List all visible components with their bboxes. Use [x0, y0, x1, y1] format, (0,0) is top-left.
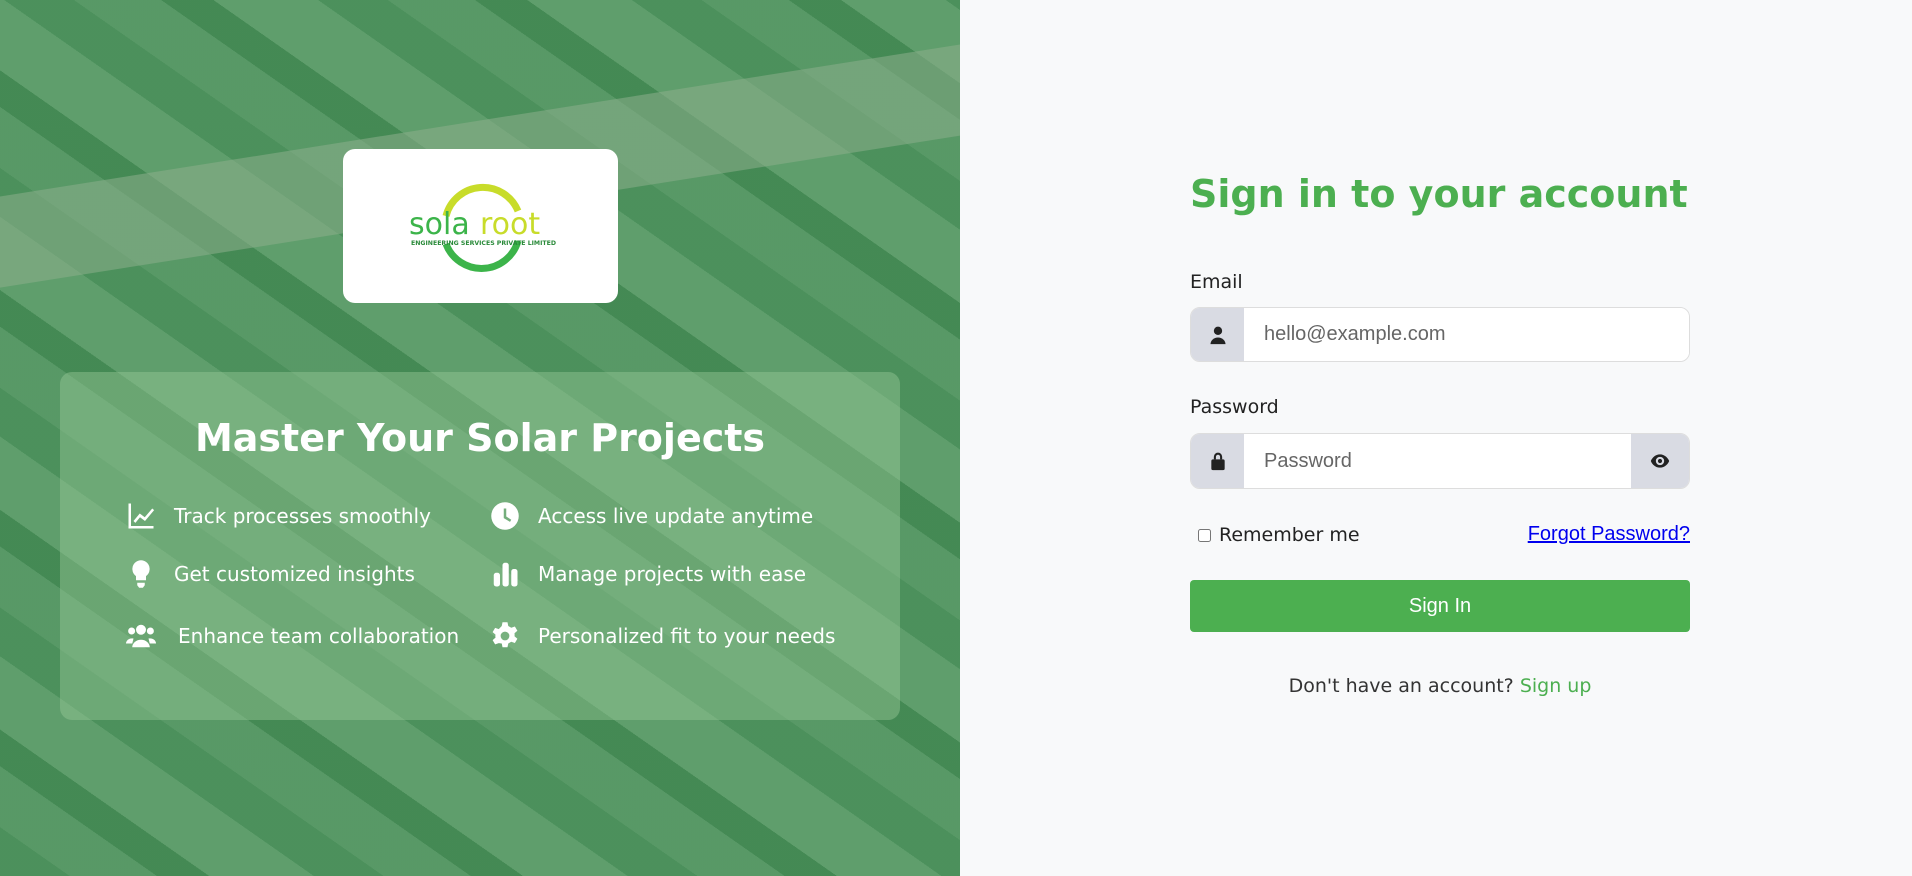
svg-text:sola: sola: [409, 207, 470, 242]
feature-item: Personalized fit to your needs: [490, 621, 835, 651]
signup-prompt: Don't have an account? Sign up: [1190, 675, 1690, 697]
remember-me[interactable]: Remember me: [1198, 524, 1360, 546]
password-group: [1190, 433, 1690, 489]
gear-icon: [492, 622, 518, 648]
bar-chart-icon: [493, 562, 518, 587]
feature-label: Get customized insights: [174, 562, 415, 586]
page-title: Sign in to your account: [1190, 172, 1688, 216]
email-group: [1190, 307, 1690, 362]
no-account-text: Don't have an account?: [1288, 675, 1514, 697]
clock-icon: [491, 502, 519, 530]
password-input[interactable]: [1244, 434, 1631, 488]
feature-item: Get customized insights: [126, 559, 415, 589]
hero-panel: sola root ENGINEERING SERVICES PRIVATE L…: [0, 0, 960, 876]
logo-card: sola root ENGINEERING SERVICES PRIVATE L…: [343, 149, 618, 303]
lock-icon: [1191, 434, 1244, 488]
user-icon: [1191, 308, 1244, 361]
svg-text:root: root: [480, 207, 540, 242]
sign-up-link[interactable]: Sign up: [1520, 675, 1592, 697]
svg-text:ENGINEERING SERVICES PRIVATE L: ENGINEERING SERVICES PRIVATE LIMITED: [411, 240, 556, 247]
email-input[interactable]: [1244, 308, 1689, 361]
feature-label: Personalized fit to your needs: [538, 624, 836, 648]
email-label: Email: [1190, 271, 1243, 293]
lightbulb-icon: [132, 560, 150, 588]
feature-label: Enhance team collaboration: [178, 624, 460, 648]
feature-label: Track processes smoothly: [174, 504, 431, 528]
feature-item: Track processes smoothly: [126, 501, 431, 531]
eye-icon[interactable]: [1631, 434, 1689, 488]
remember-checkbox[interactable]: [1198, 528, 1211, 542]
chart-line-icon: [128, 503, 155, 529]
remember-label: Remember me: [1219, 524, 1360, 546]
feature-item: Access live update anytime: [490, 501, 813, 531]
features-card: Master Your Solar Projects Track process…: [60, 372, 900, 720]
feature-label: Manage projects with ease: [538, 562, 807, 586]
promo-title: Master Your Solar Projects: [194, 416, 766, 460]
password-label: Password: [1190, 396, 1279, 418]
feature-item: Manage projects with ease: [490, 559, 806, 589]
solaroot-logo: sola root ENGINEERING SERVICES PRIVATE L…: [409, 183, 556, 272]
feature-item: Enhance team collaboration: [122, 621, 459, 651]
users-icon: [125, 624, 157, 648]
forgot-password-link[interactable]: Forgot Password?: [1528, 523, 1690, 546]
sign-in-button[interactable]: Sign In: [1190, 580, 1690, 632]
feature-label: Access live update anytime: [538, 504, 814, 528]
